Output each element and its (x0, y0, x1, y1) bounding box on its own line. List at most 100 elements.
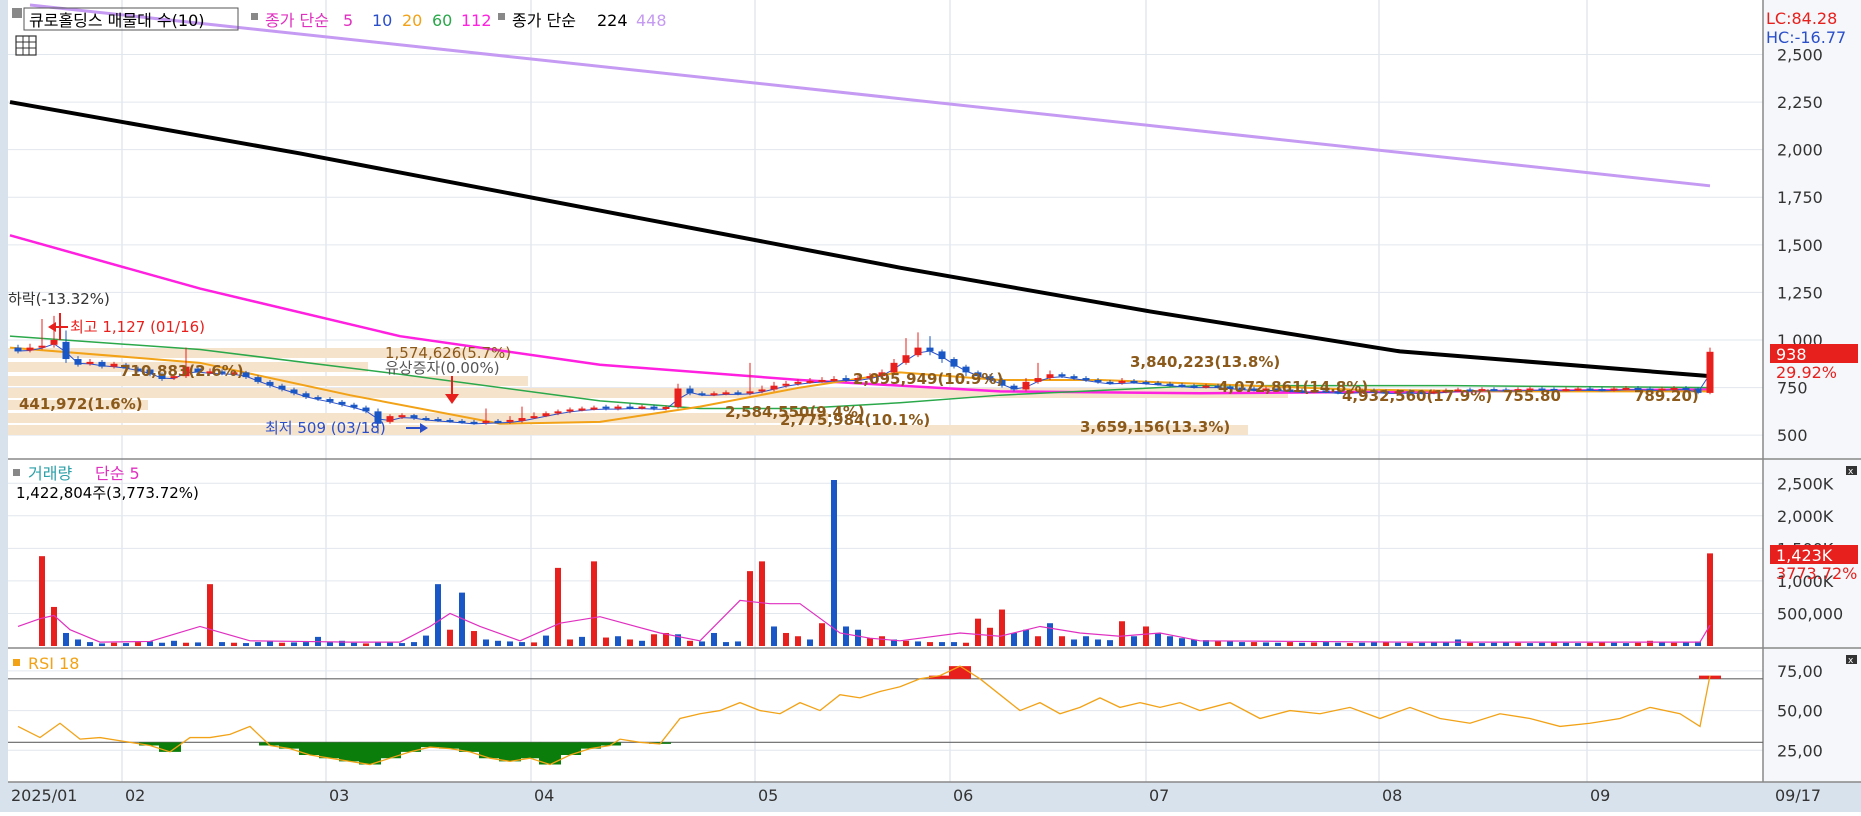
volume-bar (963, 642, 969, 646)
volume-bar (1455, 639, 1461, 646)
volume-bar (579, 636, 585, 646)
rsi-tick-label: 25,00 (1777, 741, 1823, 760)
volume-bar (735, 641, 741, 646)
volume-summary: 1,422,804주(3,773.72%) (16, 484, 199, 502)
volume-bar (1071, 639, 1077, 646)
volume-bar (51, 606, 57, 646)
volume-bar (255, 642, 261, 646)
volume-tick-label: 2,000K (1777, 507, 1834, 526)
legend-toggle-icon[interactable] (12, 8, 22, 18)
volume-bar (195, 642, 201, 646)
volume-bar (39, 556, 45, 646)
x-tick-label: 2025/01 (11, 786, 77, 805)
volume-bar (903, 640, 909, 646)
high-annotation: 최고 1,127 (01/16) (70, 318, 205, 336)
volume-bar (183, 642, 189, 646)
volume-bar (1527, 643, 1533, 646)
table-grid-icon[interactable] (15, 35, 37, 56)
volume-bar (1131, 636, 1137, 646)
volume-bar (171, 640, 177, 646)
stock-chart-window: 500 750 1,000 1,250 1,500 1,750 2,000 2,250 2,50… (0, 0, 1861, 812)
volume-bar (807, 639, 813, 646)
volume-bar (159, 642, 165, 646)
volume-bar (699, 641, 705, 646)
volume-bar (1251, 642, 1257, 646)
volume-bar (1311, 642, 1317, 646)
volume-tick-label: 500,000 (1777, 604, 1843, 623)
volume-bar (423, 635, 429, 646)
volume-bar (1419, 642, 1425, 646)
volume-bar (567, 639, 573, 646)
volume-bar (543, 635, 549, 646)
volume-legend-marker[interactable] (13, 469, 20, 476)
volume-bar (771, 626, 777, 646)
price-tick-label: 1,250 (1777, 283, 1823, 302)
x-tick-label: 06 (953, 786, 973, 805)
rsi-legend-marker[interactable] (13, 659, 20, 666)
vp-label-5: 2,095,949(10.9%) (853, 370, 1003, 388)
legend-ma224: 224 (597, 11, 628, 30)
volume-bar (1479, 643, 1485, 646)
price-tick-label: 2,000 (1777, 141, 1823, 160)
volume-bar (1347, 643, 1353, 646)
price-tick-label: 1,500 (1777, 236, 1823, 255)
volume-bar (1275, 642, 1281, 646)
volume-bar (1371, 642, 1377, 646)
volume-bar (939, 642, 945, 646)
volume-bar (1107, 640, 1113, 646)
legend-ma20: 20 (402, 11, 422, 30)
volume-bar (387, 642, 393, 646)
volume-bar (327, 642, 333, 646)
volume-bar (1059, 636, 1065, 646)
volume-bar (267, 641, 273, 646)
chart-canvas: 5007501,0001,2501,5001,7502,0002,2502,50… (0, 0, 1861, 812)
volume-bar (795, 636, 801, 646)
candle (1706, 347, 1714, 395)
volume-bar (1227, 641, 1233, 646)
volume-bar (1179, 638, 1185, 646)
vp-band (8, 425, 1248, 435)
volume-bar (1671, 642, 1677, 646)
volume-bar (1659, 642, 1665, 646)
volume-current-change: 3773.72% (1776, 564, 1857, 583)
volume-bar (135, 642, 141, 646)
legend-ma10: 10 (372, 11, 392, 30)
volume-bar (411, 642, 417, 646)
volume-bar (1551, 642, 1557, 646)
volume-bar (603, 637, 609, 646)
volume-bar (951, 642, 957, 646)
legend-ma-marker (251, 13, 258, 20)
volume-bar (783, 632, 789, 646)
volume-bar (63, 632, 69, 646)
volume-bar (687, 640, 693, 646)
chart-background (0, 0, 1861, 812)
volume-bar (1395, 642, 1401, 646)
volume-bar (447, 629, 453, 646)
volume-bar (747, 571, 753, 646)
price-tick-label: 500 (1777, 426, 1808, 445)
legend-ma2-label: 종가 단순 (512, 11, 576, 30)
volume-bar (1239, 642, 1245, 646)
volume-bar (999, 609, 1005, 646)
volume-bar (1047, 623, 1053, 646)
volume-bar (1119, 621, 1125, 646)
x-tick-label: 08 (1382, 786, 1402, 805)
volume-bar (303, 642, 309, 646)
volume-bar (435, 584, 441, 646)
volume-bar (1383, 642, 1389, 646)
volume-bar (471, 631, 477, 646)
volume-bar (483, 639, 489, 646)
volume-bar (555, 567, 561, 646)
volume-bar (867, 638, 873, 646)
vp-label-1: 441,972(1.6%) (19, 395, 143, 413)
legend-ma-label: 종가 단순 (265, 11, 329, 30)
legend-ma112: 112 (461, 11, 492, 30)
volume-bar (111, 642, 117, 646)
volume-bar (399, 643, 405, 646)
volume-bar (1215, 640, 1221, 646)
vp-band (8, 413, 828, 423)
vp-label-13: 3,659,156(13.3%) (1080, 418, 1230, 436)
low-annotation: 최저 509 (03/18) (265, 419, 386, 437)
volume-bar (1623, 643, 1629, 646)
volume-bar (1083, 636, 1089, 646)
